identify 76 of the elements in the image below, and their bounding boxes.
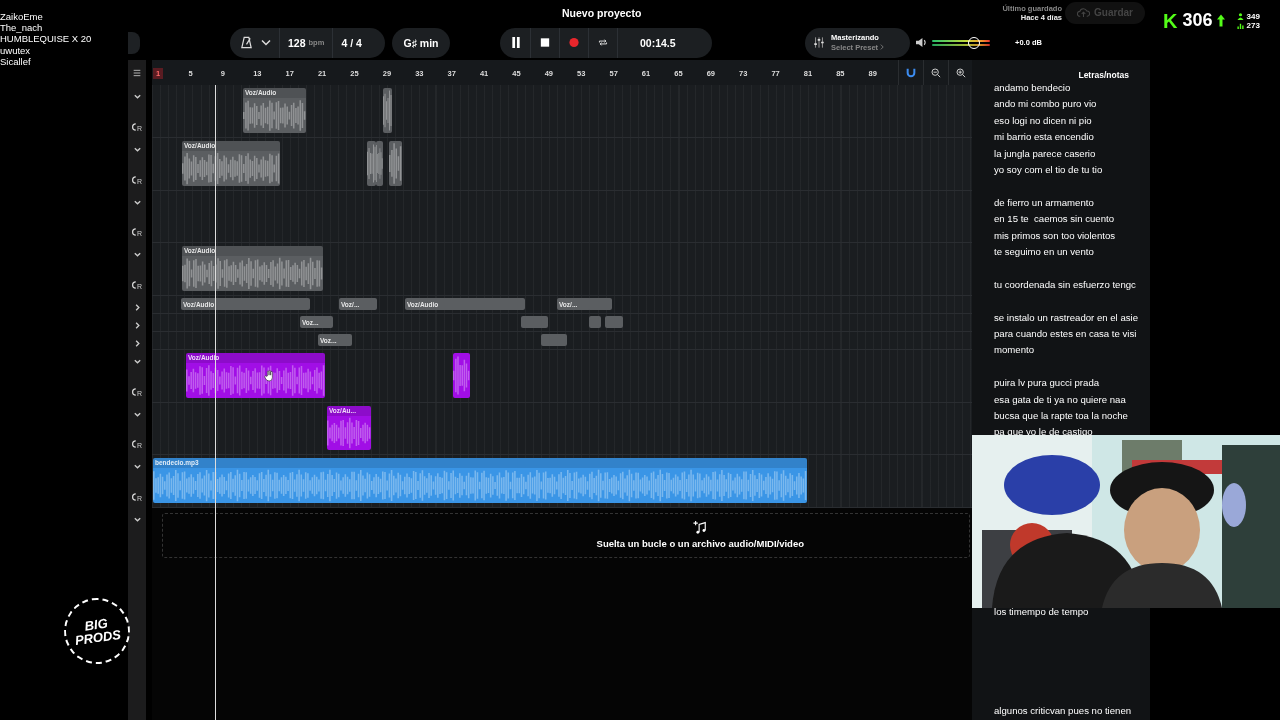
key-button[interactable]: G♯ min bbox=[392, 27, 450, 58]
stat-count: 273 bbox=[1246, 20, 1260, 30]
chat-name: HUMBLEQUISE X 20 bbox=[0, 33, 93, 45]
audio-clip[interactable] bbox=[453, 353, 470, 398]
viewer-count: 306 bbox=[1182, 10, 1213, 31]
lyric-line: se instalo un rastreador en el asie bbox=[994, 310, 1138, 325]
audio-clip[interactable] bbox=[367, 141, 376, 186]
sliders-icon bbox=[813, 36, 825, 49]
lyric-line: algunos criticvan pues no tienen bbox=[994, 704, 1132, 719]
waveform bbox=[453, 353, 470, 398]
music-plus-icon bbox=[693, 520, 708, 534]
magnet-icon bbox=[906, 67, 916, 78]
hand-cursor-icon bbox=[264, 370, 274, 382]
audio-clip[interactable] bbox=[521, 316, 548, 328]
lyric-line: eso logi no dicen ni pio bbox=[994, 113, 1092, 128]
up-arrow-icon bbox=[1215, 13, 1226, 28]
drop-zone[interactable]: Suelta un bucle o un archivo audio/MIDI/video bbox=[162, 513, 970, 558]
zoom-in-icon bbox=[956, 67, 966, 78]
cloud-upload-icon bbox=[1077, 7, 1091, 18]
chat-name: Sicallef bbox=[0, 55, 32, 67]
lyric-line: mi barrio esta encendio bbox=[994, 130, 1094, 145]
lyric-line: tu coordenada sin esfuerzo tengc bbox=[994, 277, 1136, 292]
drop-hint: Suelta un bucle o un archivo audio/MIDI/video bbox=[596, 538, 804, 549]
project-title: Nuevo proyecto bbox=[562, 6, 642, 19]
audio-clip[interactable] bbox=[389, 141, 402, 186]
waveform bbox=[389, 141, 402, 186]
audio-clip[interactable] bbox=[589, 316, 601, 328]
lyric-line: esa gata de ti ya no quiere naa bbox=[994, 392, 1126, 407]
menu-icon[interactable] bbox=[133, 68, 141, 77]
lyric-line: momento bbox=[994, 343, 1034, 358]
pan-knob-icon[interactable] bbox=[131, 492, 137, 502]
speaker-icon[interactable] bbox=[915, 37, 928, 48]
pause-icon bbox=[511, 37, 521, 48]
lyric-line: bucsa que la rapte toa la noche bbox=[994, 409, 1128, 424]
platform-logo: K bbox=[1163, 10, 1178, 31]
follower-count: 349 bbox=[1246, 11, 1260, 21]
pan-knob-icon[interactable] bbox=[131, 122, 137, 132]
zoom-out-icon bbox=[931, 67, 941, 78]
lyric-line: la jungla parece caserio bbox=[994, 146, 1096, 161]
audio-clip[interactable] bbox=[383, 88, 392, 133]
waveform bbox=[243, 98, 306, 133]
waveform bbox=[327, 416, 371, 450]
pan-knob-icon[interactable] bbox=[131, 387, 137, 397]
audio-clip[interactable] bbox=[541, 334, 567, 346]
lyric-line: andamo bendecio bbox=[994, 81, 1071, 95]
pan-knob-icon[interactable] bbox=[131, 227, 137, 237]
time-signature[interactable]: 4 / 4 bbox=[341, 36, 362, 49]
chevron-right-icon bbox=[880, 43, 885, 50]
waveform bbox=[383, 88, 392, 133]
audio-clip[interactable] bbox=[376, 141, 383, 186]
lyric-line: yo soy com el tio de tu tio bbox=[994, 163, 1103, 178]
record-icon bbox=[569, 37, 579, 48]
lyric-line: de fierro un armamento bbox=[994, 195, 1094, 210]
lyric-line: para cuando estes en casa te visi bbox=[994, 327, 1137, 342]
pan-knob-icon[interactable] bbox=[131, 439, 137, 449]
metronome-icon[interactable] bbox=[240, 36, 253, 49]
chevron-down-icon[interactable] bbox=[261, 39, 271, 46]
pan-knob-icon[interactable] bbox=[131, 175, 137, 185]
audio-clip[interactable] bbox=[588, 298, 612, 310]
stop-icon bbox=[540, 37, 550, 48]
chat-name: uwutex bbox=[0, 44, 32, 56]
pan-knob-icon[interactable] bbox=[131, 280, 137, 290]
tempo-value[interactable]: 128 bbox=[288, 36, 306, 49]
lyric-line: mis primos son too violentos bbox=[994, 228, 1116, 243]
lyric-line: te seguimo en un vento bbox=[994, 245, 1094, 260]
lyric-line: puira lv pura gucci prada bbox=[994, 376, 1100, 391]
person-icon bbox=[1236, 12, 1244, 20]
audio-clip[interactable] bbox=[605, 316, 623, 328]
loop-icon bbox=[598, 37, 608, 48]
lyric-line: ando mi combo puro vio bbox=[994, 97, 1097, 112]
panel-title: Letras/notas bbox=[1077, 69, 1130, 80]
chat-name: ZaikoEme bbox=[0, 11, 44, 23]
lyric-line: los timempo de tempo bbox=[994, 605, 1089, 620]
lyric-line: en 15 te caemos sin cuento bbox=[994, 212, 1114, 227]
time-display: 00:14.5 bbox=[640, 36, 676, 49]
chat-name: The_nach bbox=[0, 22, 44, 34]
